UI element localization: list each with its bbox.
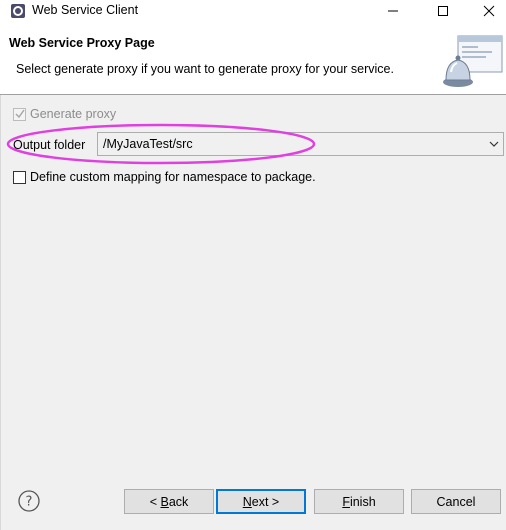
generate-proxy-label: Generate proxy (30, 107, 117, 121)
maximize-button[interactable] (420, 0, 466, 22)
custom-mapping-checkbox[interactable] (13, 170, 26, 184)
svg-text:?: ? (26, 495, 33, 510)
cancel-button[interactable]: Cancel (411, 489, 501, 514)
dialog-content: Generate proxy Output folder /MyJavaTest… (0, 95, 506, 473)
finish-button-mnemonic: F (342, 494, 350, 509)
next-button[interactable]: Next > (216, 489, 306, 514)
back-button-rest: ack (168, 494, 189, 509)
web-service-bell-icon (443, 35, 503, 87)
back-button-mnemonic: B (160, 494, 169, 509)
custom-mapping-label: Define custom mapping for namespace to p… (30, 170, 316, 184)
maximize-icon (438, 6, 448, 16)
window-title: Web Service Client (32, 3, 139, 17)
close-button[interactable] (466, 0, 506, 22)
back-button-prefix: < (149, 494, 161, 509)
page-header: Web Service Proxy Page Select generate p… (0, 22, 506, 94)
help-icon[interactable]: ? (17, 489, 41, 513)
page-title: Web Service Proxy Page (9, 36, 155, 50)
next-button-mnemonic: N (242, 494, 252, 509)
output-folder-combo[interactable]: /MyJavaTest/src (97, 132, 504, 156)
custom-mapping-row: Define custom mapping for namespace to p… (13, 170, 316, 184)
close-icon (483, 5, 495, 17)
title-bar: Web Service Client (0, 0, 506, 22)
generate-proxy-checkbox[interactable] (13, 107, 26, 121)
generate-proxy-row: Generate proxy (13, 107, 116, 121)
cancel-button-label: Cancel (436, 494, 476, 509)
minimize-icon (388, 10, 398, 12)
chevron-down-icon[interactable] (485, 133, 503, 155)
output-folder-value: /MyJavaTest/src (103, 137, 193, 151)
finish-button[interactable]: Finish (314, 489, 404, 514)
minimize-button[interactable] (370, 0, 416, 22)
output-folder-label: Output folder (13, 138, 86, 152)
checkmark-icon (14, 109, 25, 119)
page-description: Select generate proxy if you want to gen… (16, 62, 394, 76)
back-button[interactable]: < Back (124, 489, 214, 514)
dialog-footer: ? < Back Next > Finish Cancel (0, 473, 506, 530)
finish-button-rest: inish (349, 494, 376, 509)
eclipse-icon (11, 4, 25, 18)
next-button-rest: ext > (251, 494, 280, 509)
output-folder-row: Output folder (13, 138, 85, 152)
